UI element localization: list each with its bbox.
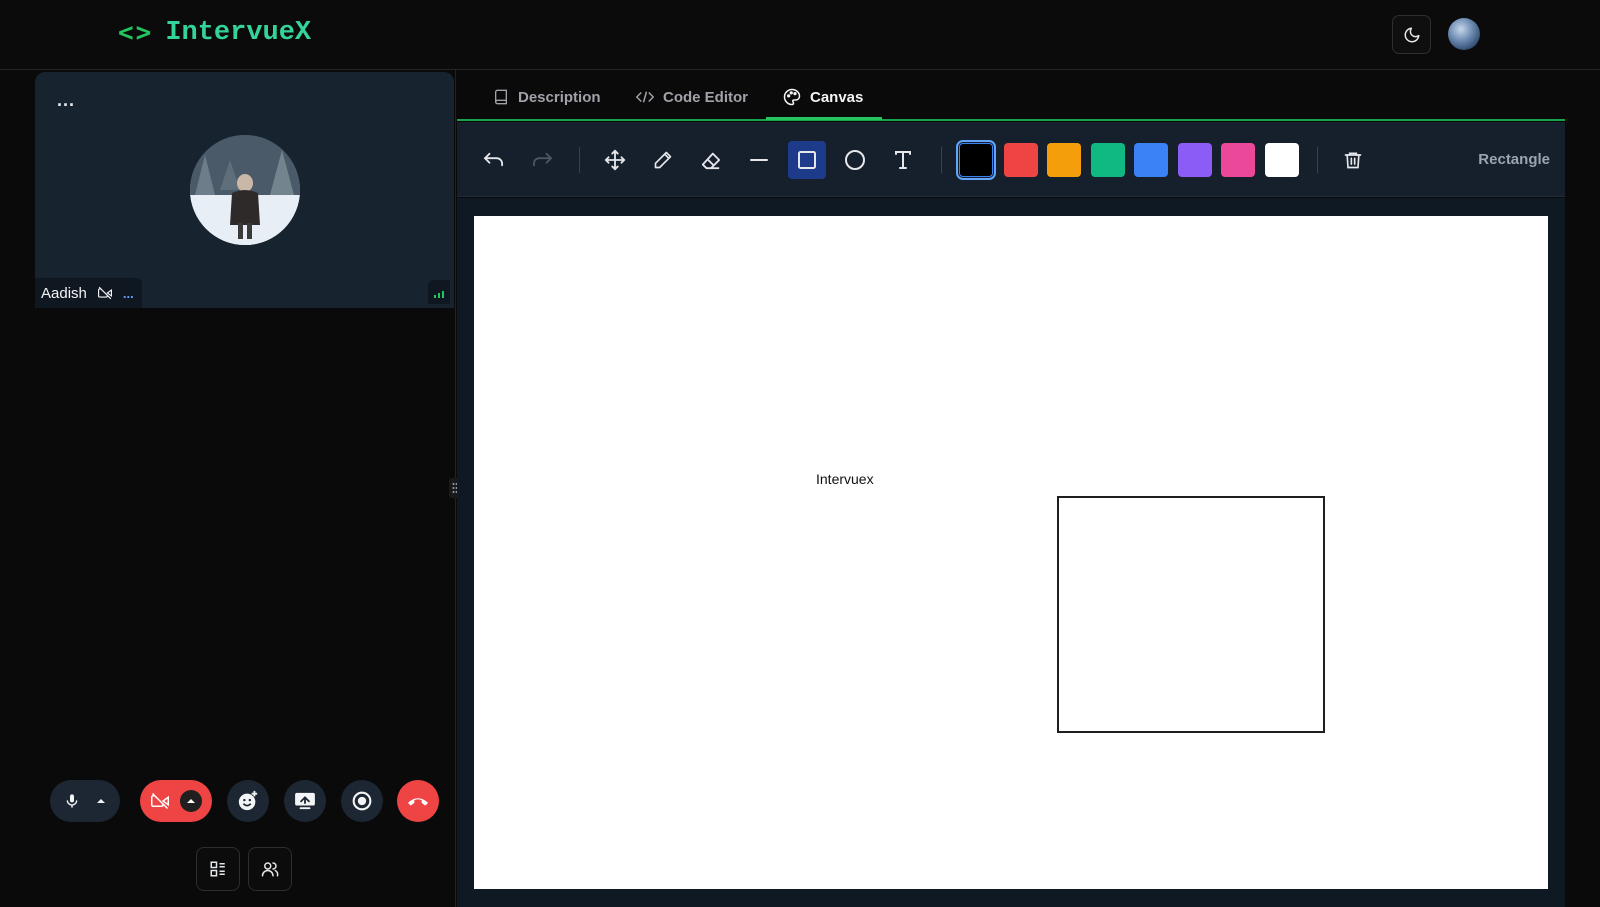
end-call-button[interactable] (397, 780, 439, 822)
toolbar-separator (579, 147, 580, 173)
canvas-toolbar: Rectangle (457, 122, 1565, 197)
moon-icon (1404, 27, 1419, 42)
theme-toggle-button[interactable] (1392, 15, 1431, 54)
color-swatch-pink[interactable] (1221, 143, 1255, 177)
drawing-canvas[interactable]: Intervuex (474, 216, 1548, 889)
redo-button[interactable] (523, 141, 561, 179)
color-swatch-black[interactable] (956, 140, 996, 180)
logo[interactable]: <> IntervueX (118, 18, 311, 48)
record-icon (352, 791, 372, 811)
color-swatch-green[interactable] (1091, 143, 1125, 177)
tab-label: Description (518, 88, 601, 106)
text-tool-button[interactable] (884, 141, 922, 179)
line-tool-button[interactable] (740, 141, 778, 179)
line-icon (750, 159, 768, 161)
active-tab-indicator (766, 117, 882, 120)
color-swatch-white[interactable] (1265, 143, 1299, 177)
tab-canvas[interactable]: Canvas (783, 84, 863, 110)
tab-bar: Description Code Editor Canvas (457, 70, 1565, 121)
call-controls (0, 780, 456, 824)
undo-button[interactable] (475, 141, 513, 179)
toolbar-separator (941, 147, 942, 173)
clear-canvas-button[interactable] (1334, 141, 1372, 179)
camera-options-button[interactable] (180, 790, 202, 812)
eraser-tool-button[interactable] (692, 141, 730, 179)
participant-photo (190, 135, 300, 245)
phone-hangup-icon (407, 798, 429, 806)
participant-tile[interactable]: ... Aadish ... (35, 72, 454, 308)
emoji-add-icon (238, 790, 258, 811)
record-button[interactable] (341, 780, 383, 822)
pencil-icon (654, 151, 672, 169)
circle-icon (845, 150, 865, 170)
layout-button[interactable] (196, 847, 240, 891)
top-bar: <> IntervueX (0, 0, 1600, 70)
camera-off-icon (97, 286, 112, 300)
move-tool-button[interactable] (596, 141, 634, 179)
tab-description[interactable]: Description (493, 84, 601, 110)
user-avatar[interactable] (1448, 18, 1480, 50)
share-screen-icon (295, 792, 315, 810)
rectangle-icon (798, 151, 816, 169)
color-swatch-red[interactable] (1004, 143, 1038, 177)
color-swatch-orange[interactable] (1047, 143, 1081, 177)
canvas-area: Intervuex (457, 198, 1565, 907)
tab-code-editor[interactable]: Code Editor (636, 84, 748, 110)
layout-list-icon (210, 861, 225, 877)
tab-label: Code Editor (663, 88, 748, 106)
code-icon (636, 91, 654, 103)
eraser-icon (701, 152, 721, 170)
trash-icon (1344, 152, 1362, 169)
share-screen-button[interactable] (284, 780, 326, 822)
reactions-button[interactable] (227, 780, 269, 822)
microphone-button[interactable] (50, 780, 120, 822)
participant-label: Aadish ... (35, 278, 142, 308)
participants-button[interactable] (248, 847, 292, 891)
participant-avatar (190, 135, 300, 245)
toolbar-separator (1317, 147, 1318, 173)
canvas-text-item[interactable]: Intervuex (816, 471, 874, 487)
palette-icon (783, 88, 801, 106)
logo-text: IntervueX (165, 18, 312, 48)
camera-off-icon (151, 792, 169, 810)
signal-strength-icon (428, 280, 450, 304)
participant-name: Aadish (41, 284, 87, 302)
color-swatch-purple[interactable] (1178, 143, 1212, 177)
video-panel: ... Aadish ... (0, 70, 456, 907)
microphone-icon (66, 794, 78, 808)
tile-menu-button[interactable]: ... (57, 90, 75, 111)
caret-up-icon (187, 799, 195, 803)
circle-tool-button[interactable] (836, 141, 874, 179)
move-icon (604, 149, 626, 171)
pencil-tool-button[interactable] (644, 141, 682, 179)
redo-icon (533, 152, 553, 167)
caret-up-icon[interactable] (96, 797, 106, 805)
book-icon (495, 89, 507, 105)
canvas-rectangle-shape[interactable] (1057, 496, 1325, 733)
color-swatch-blue[interactable] (1134, 143, 1168, 177)
participant-status-dots[interactable]: ... (123, 286, 134, 301)
selected-tool-label: Rectangle (1478, 151, 1550, 168)
rectangle-tool-button[interactable] (788, 141, 826, 179)
workspace-panel: Description Code Editor Canvas Rectangle… (457, 70, 1565, 907)
tab-label: Canvas (810, 88, 864, 106)
camera-toggle-button[interactable] (140, 780, 212, 822)
code-brackets-icon: <> (118, 18, 154, 48)
undo-icon (483, 152, 503, 167)
text-icon (895, 151, 911, 169)
users-icon (261, 862, 279, 877)
